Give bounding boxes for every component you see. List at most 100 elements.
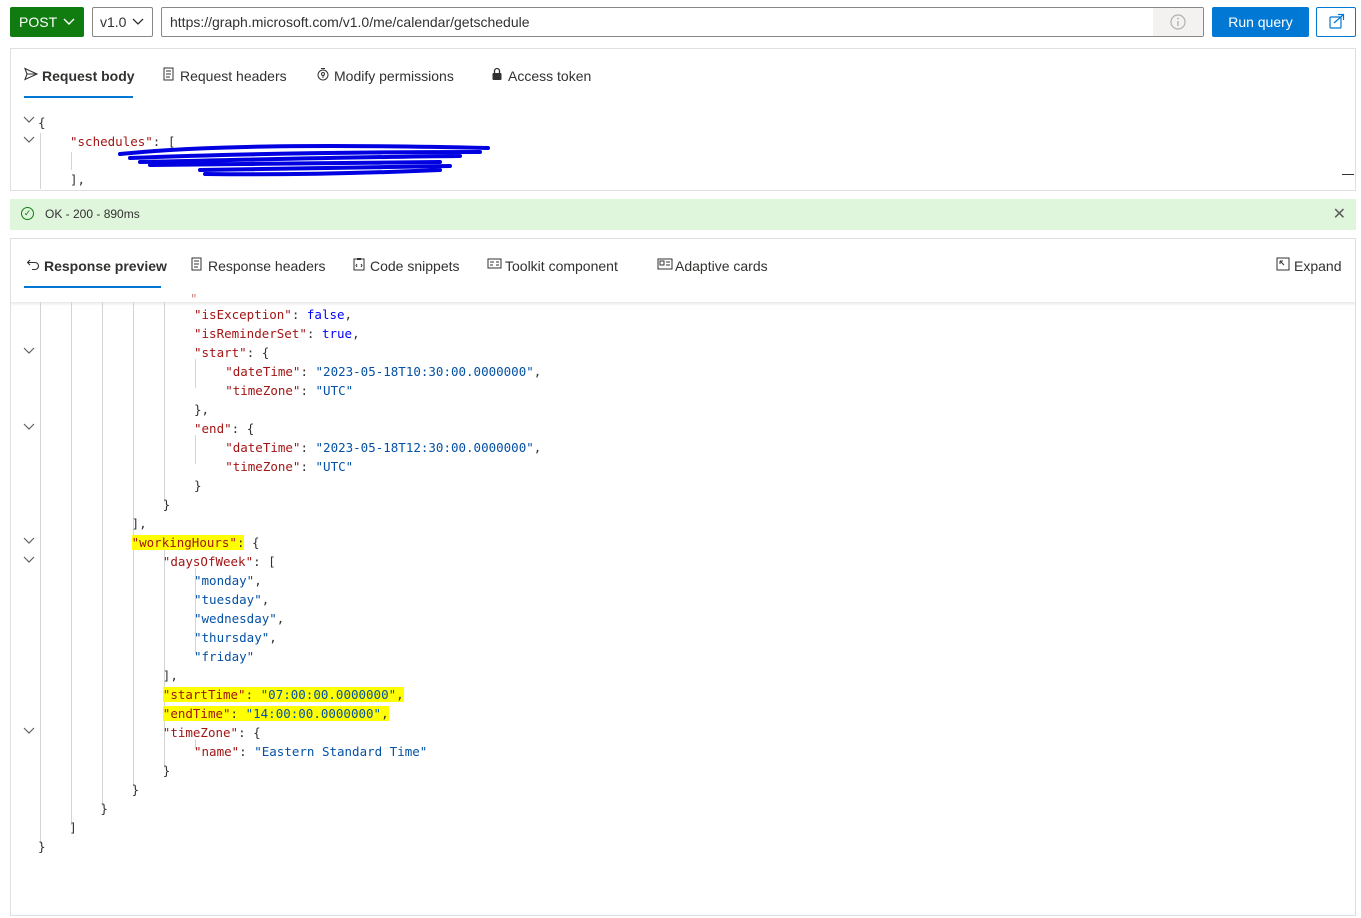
json-punct: : {: [246, 345, 270, 360]
close-icon[interactable]: ✕: [1333, 199, 1346, 230]
json-string: "Eastern Standard Time": [254, 744, 428, 759]
json-punct: : [: [253, 554, 276, 569]
tab-label: Code snippets: [370, 258, 460, 274]
resize-handle[interactable]: [1342, 174, 1354, 175]
response-json-line: }: [100, 801, 108, 816]
indent-guide: [71, 302, 72, 825]
json-punct: ,: [533, 364, 542, 379]
json-punct: }: [131, 782, 140, 797]
json-punct: :: [300, 364, 316, 379]
fold-toggle[interactable]: [22, 555, 36, 568]
tab-adaptive-cards[interactable]: Adaptive cards: [657, 257, 768, 274]
json-punct: ],: [162, 668, 178, 683]
json-string: "UTC": [315, 383, 354, 398]
expand-label: Expand: [1294, 258, 1342, 274]
json-key: "timeZone": [225, 383, 301, 398]
json-key: "timeZone": [162, 725, 239, 740]
tab-code-snippets[interactable]: Code snippets: [352, 257, 460, 274]
response-json-line: "isException": false,: [194, 307, 352, 322]
share-button[interactable]: [1316, 7, 1356, 37]
json-punct: :: [230, 706, 246, 721]
json-key: "isReminderSet": [194, 326, 307, 341]
response-json-line: },: [194, 402, 209, 417]
json-punct: ,: [269, 630, 277, 645]
http-method-dropdown[interactable]: POST: [10, 7, 84, 37]
version-label: v1.0: [100, 14, 127, 30]
json-punct: }: [162, 763, 171, 778]
info-icon[interactable]: [1153, 8, 1203, 36]
response-json-line: "thursday",: [194, 630, 277, 645]
indent-guide: [195, 435, 196, 464]
undo-icon: [26, 257, 44, 274]
tab-label: Adaptive cards: [675, 258, 768, 274]
json-punct: :: [291, 307, 307, 322]
json-punct: :: [245, 687, 261, 702]
shield-key-icon: [316, 67, 334, 84]
json-punct: },: [194, 402, 210, 417]
json-key: "workingHours": [131, 535, 237, 550]
fold-toggle[interactable]: [22, 115, 36, 128]
json-punct: :: [306, 326, 322, 341]
json-key: "timeZone": [225, 459, 301, 474]
response-json-line: "end": {: [194, 421, 254, 436]
tab-label: Response headers: [208, 258, 326, 274]
response-json-line: "dateTime": "2023-05-18T12:30:00.0000000…: [225, 440, 541, 455]
card-icon: [657, 257, 675, 274]
json-string: "2023-05-18T10:30:00.0000000": [315, 364, 534, 379]
json-punct: ,: [381, 706, 389, 721]
json-key: "isException": [194, 307, 292, 322]
response-json-line: "timeZone": "UTC": [225, 459, 353, 474]
json-punct: ,: [261, 592, 270, 607]
json-punct: ,: [276, 611, 285, 626]
indent-guide: [195, 359, 196, 388]
tab-modify-permissions[interactable]: Modify permissions: [316, 67, 454, 84]
response-json-line: }: [38, 839, 46, 854]
json-string: "thursday": [194, 630, 270, 645]
json-key: "daysOfWeek": [162, 554, 254, 569]
json-string: "tuesday": [194, 592, 262, 607]
json-punct: ,: [533, 440, 542, 455]
expand-button[interactable]: Expand: [1276, 257, 1341, 274]
indent-guide: [71, 152, 72, 170]
expand-icon: [1276, 257, 1294, 274]
json-punct: ,: [344, 307, 353, 322]
url-input[interactable]: https://graph.microsoft.com/v1.0/me/cale…: [161, 7, 1204, 37]
fold-toggle[interactable]: [22, 536, 36, 549]
tab-label: Response preview: [44, 258, 167, 274]
json-string: "07:00:00.0000000": [260, 687, 397, 702]
tab-access-token[interactable]: Access token: [490, 67, 591, 84]
tab-response-headers[interactable]: Response headers: [190, 257, 326, 274]
lock-icon: [490, 67, 508, 84]
json-string: "UTC": [315, 459, 354, 474]
response-json-line: }: [163, 497, 171, 512]
status-bar: ✓ OK - 200 - 890ms ✕: [10, 199, 1356, 230]
tab-request-body[interactable]: Request body: [24, 67, 135, 84]
fold-toggle[interactable]: [22, 135, 36, 148]
response-json-line: ]: [69, 820, 77, 835]
tab-request-headers[interactable]: Request headers: [162, 67, 287, 84]
run-query-button[interactable]: Run query: [1212, 7, 1309, 37]
response-json-line: }: [132, 782, 140, 797]
fold-toggle[interactable]: [22, 422, 36, 435]
chevron-down-icon: [132, 8, 144, 46]
http-method-label: POST: [19, 14, 58, 30]
tab-toolkit-component[interactable]: Toolkit component: [487, 257, 618, 274]
send-icon: [24, 67, 42, 84]
json-punct: : {: [238, 725, 261, 740]
version-dropdown[interactable]: v1.0: [92, 7, 153, 37]
response-json-line: "endTime": "14:00:00.0000000",: [162, 706, 389, 721]
response-json-line: "timeZone": "UTC": [225, 383, 353, 398]
checkmark-circle-icon: ✓: [21, 207, 34, 220]
json-key: "dateTime": [225, 364, 301, 379]
json-string: "2023-05-18T12:30:00.0000000": [315, 440, 534, 455]
json-punct: }: [194, 478, 202, 493]
json-punct: ],: [131, 516, 147, 531]
fold-toggle[interactable]: [22, 726, 36, 739]
url-text: https://graph.microsoft.com/v1.0/me/cale…: [170, 14, 530, 30]
document-icon: [162, 67, 180, 84]
indent-guide: [40, 302, 41, 844]
response-json-line: "timeZone": {: [163, 725, 261, 740]
tab-response-preview[interactable]: Response preview: [26, 257, 167, 274]
response-json-line: "tuesday",: [194, 592, 269, 607]
fold-toggle[interactable]: [22, 346, 36, 359]
